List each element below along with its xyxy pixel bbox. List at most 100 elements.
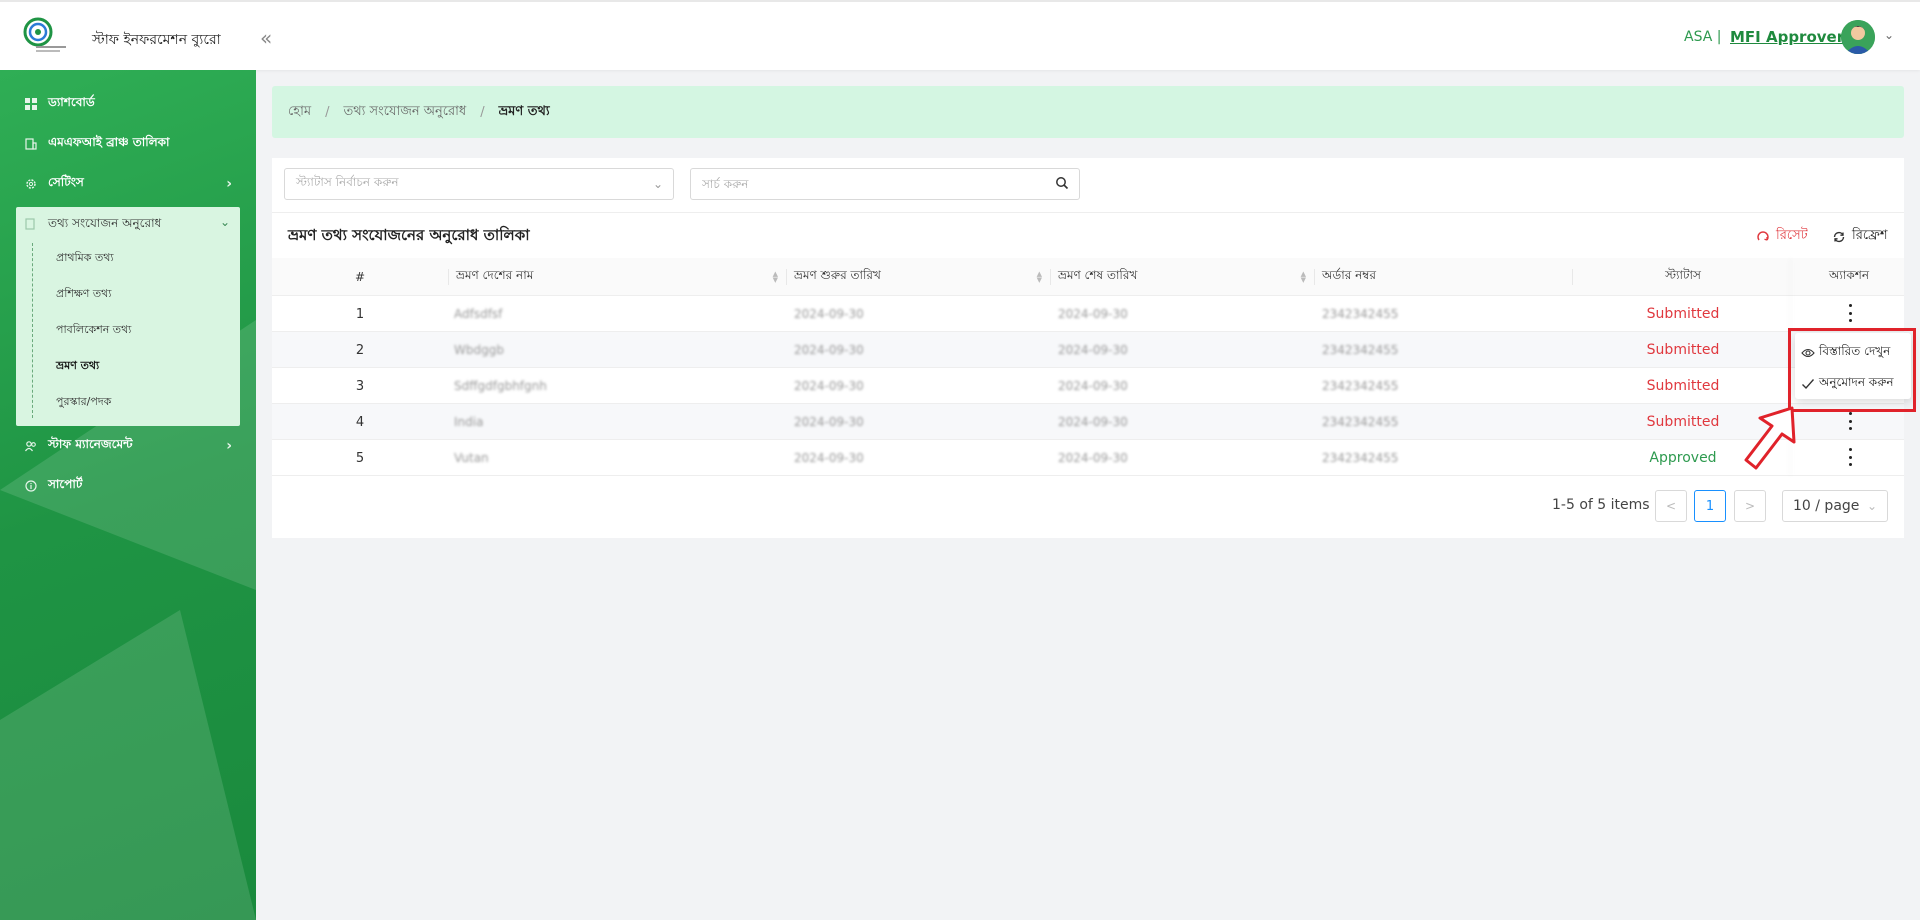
more-actions-icon[interactable]: [1847, 448, 1853, 466]
table-header: # ভ্রমণ দেশের নাম ▲ ▼ ভ্রমণ শুরুর তারিখ ▲…: [272, 258, 1904, 296]
column-header-start-date[interactable]: ভ্রমণ শুরুর তারিখ ▲ ▼: [786, 258, 1050, 296]
sidebar: ড্যাশবোর্ড এমএফআই ব্রাঞ্চ তালিকা সেটিংস …: [0, 70, 256, 920]
search-icon[interactable]: [1055, 176, 1069, 193]
sidebar-item-branch-list[interactable]: এমএফআই ব্রাঞ্চ তালিকা: [24, 133, 170, 155]
cell-country: Wbdggb: [454, 343, 504, 357]
sidebar-submenu-info-requests: তথ্য সংযোজন অনুরোধ ⌄ প্রাথমিক তথ্য প্রশি…: [16, 207, 240, 426]
sidebar-subitem-publication-info[interactable]: পাবলিকেশন তথ্য: [56, 321, 131, 340]
refresh-label: রিফ্রেশ: [1852, 228, 1888, 243]
breadcrumb-separator: /: [325, 104, 330, 120]
sidebar-subitem-basic-info[interactable]: প্রাথমিক তথ্য: [56, 249, 114, 268]
search-input[interactable]: [702, 177, 1042, 191]
column-header-status: স্ট্যাটাস: [1665, 268, 1701, 282]
page-size-select[interactable]: 10 / page ⌄: [1782, 490, 1888, 522]
table-title: ভ্রমণ তথ্য সংযোজনের অনুরোধ তালিকা: [288, 226, 530, 244]
cell-index: 2: [355, 342, 365, 358]
page-size-value: 10 / page: [1793, 498, 1860, 514]
sort-icon[interactable]: ▲ ▼: [1301, 271, 1306, 284]
cell-order-number: 2342342455: [1322, 415, 1399, 429]
status-badge: Submitted: [1646, 342, 1720, 358]
refresh-button[interactable]: রিফ্রেশ: [1832, 226, 1888, 247]
avatar[interactable]: [1841, 20, 1875, 54]
breadcrumb: হোম / তথ্য সংযোজন অনুরোধ / ভ্রমণ তথ্য: [272, 86, 1904, 138]
cell-country: India: [454, 415, 484, 429]
cell-index: 4: [355, 414, 365, 430]
sidebar-item-label: স্টাফ ম্যানেজমেন্ট: [48, 437, 133, 451]
cell-country: Adfsdfsf: [454, 307, 503, 321]
cell-start-date: 2024-09-30: [794, 451, 864, 465]
cell-order-number: 2342342455: [1322, 307, 1399, 321]
more-actions-icon[interactable]: [1847, 412, 1853, 430]
logo: [22, 16, 72, 56]
column-header-label: ভ্রমণ শেষ তারিখ: [1058, 268, 1138, 282]
status-badge: Submitted: [1646, 306, 1720, 322]
sort-icon[interactable]: ▲ ▼: [773, 271, 778, 284]
status-badge: Submitted: [1646, 378, 1720, 394]
pagination-next-button[interactable]: >: [1734, 490, 1766, 522]
organization-label: ASA |: [1684, 29, 1722, 45]
table-row: 3 Sdffgdfgbhfgnh 2024-09-30 2024-09-30 2…: [272, 368, 1904, 404]
cell-index: 1: [355, 306, 365, 322]
column-header-label: ভ্রমণ দেশের নাম: [456, 268, 534, 282]
cell-start-date: 2024-09-30: [794, 343, 864, 357]
reset-button[interactable]: রিসেট: [1756, 226, 1808, 247]
refresh-icon: [1833, 231, 1845, 242]
breadcrumb-home-link[interactable]: হোম: [288, 102, 311, 123]
status-filter-select[interactable]: স্ট্যাটাস নির্বাচন করুন ⌄: [284, 168, 674, 200]
column-header-label: ভ্রমণ শুরুর তারিখ: [794, 268, 881, 282]
submenu-tree-line: [32, 243, 33, 418]
chevron-down-icon: ⌄: [1866, 499, 1877, 513]
column-header-end-date[interactable]: ভ্রমণ শেষ তারিখ ▲ ▼: [1050, 258, 1314, 296]
chevron-down-icon[interactable]: ⌄: [220, 215, 230, 229]
user-role-link[interactable]: MFI Approver: [1730, 28, 1844, 46]
cell-start-date: 2024-09-30: [794, 415, 864, 429]
cell-order-number: 2342342455: [1322, 343, 1399, 357]
column-header-country[interactable]: ভ্রমণ দেশের নাম ▲ ▼: [456, 258, 786, 296]
user-menu-chevron-icon[interactable]: ⌄: [1884, 28, 1894, 42]
sidebar-item-info-requests[interactable]: তথ্য সংযোজন অনুরোধ: [24, 215, 161, 235]
sidebar-subitem-training-info[interactable]: প্রশিক্ষণ তথ্য: [56, 285, 112, 304]
travel-requests-card: স্ট্যাটাস নির্বাচন করুন ⌄ ভ্রমণ তথ্য সংয…: [272, 158, 1904, 538]
reset-label: রিসেট: [1776, 228, 1808, 243]
pagination-page-button[interactable]: 1: [1694, 490, 1726, 522]
sidebar-item-label: ড্যাশবোর্ড: [48, 95, 95, 109]
breadcrumb-current: ভ্রমণ তথ্য: [498, 103, 550, 119]
cell-country: Sdffgdfgbhfgnh: [454, 379, 547, 393]
sidebar-subitem-awards[interactable]: পুরস্কার/পদক: [56, 393, 111, 412]
column-header-index: #: [354, 270, 366, 284]
pointer-arrow-icon: [1744, 406, 1796, 470]
sidebar-item-support[interactable]: সাপোর্ট: [24, 475, 82, 497]
pagination-prev-button[interactable]: <: [1655, 490, 1687, 522]
column-header-order-number: অর্ডার নম্বর: [1322, 268, 1376, 282]
status-filter-placeholder: স্ট্যাটাস নির্বাচন করুন: [296, 175, 399, 189]
cell-start-date: 2024-09-30: [794, 307, 864, 321]
more-actions-icon[interactable]: [1847, 304, 1853, 322]
cell-order-number: 2342342455: [1322, 451, 1399, 465]
breadcrumb-info-requests-link[interactable]: তথ্য সংযোজন অনুরোধ: [343, 102, 466, 123]
sidebar-item-dashboard[interactable]: ড্যাশবোর্ড: [24, 93, 95, 115]
sidebar-item-settings[interactable]: সেটিংস ›: [24, 173, 232, 195]
sidebar-item-label: সাপোর্ট: [48, 477, 83, 491]
cell-end-date: 2024-09-30: [1058, 379, 1128, 393]
cell-country: Vutan: [454, 451, 489, 465]
collapse-sidebar-icon[interactable]: «: [260, 26, 272, 50]
chevron-right-icon: ›: [226, 176, 232, 192]
cell-end-date: 2024-09-30: [1058, 451, 1128, 465]
building-icon: [24, 137, 38, 151]
cell-end-date: 2024-09-30: [1058, 343, 1128, 357]
cell-order-number: 2342342455: [1322, 379, 1399, 393]
app-title: স্টাফ ইনফরমেশন ব্যুরো: [92, 32, 221, 48]
cell-start-date: 2024-09-30: [794, 379, 864, 393]
sidebar-item-label: সেটিংস: [48, 175, 84, 189]
divider: [272, 212, 1904, 213]
search-field[interactable]: [690, 168, 1080, 200]
sidebar-subitem-travel-info[interactable]: ভ্রমণ তথ্য: [56, 357, 99, 376]
cell-end-date: 2024-09-30: [1058, 415, 1128, 429]
column-separator: [448, 269, 449, 285]
info-icon: [24, 479, 38, 493]
chevron-right-icon: ›: [226, 438, 232, 454]
sort-icon[interactable]: ▲ ▼: [1037, 271, 1042, 284]
sidebar-item-staff-management[interactable]: স্টাফ ম্যানেজমেন্ট ›: [24, 435, 232, 457]
table-row: 4 India 2024-09-30 2024-09-30 2342342455…: [272, 404, 1904, 440]
table-row: 1 Adfsdfsf 2024-09-30 2024-09-30 2342342…: [272, 296, 1904, 332]
